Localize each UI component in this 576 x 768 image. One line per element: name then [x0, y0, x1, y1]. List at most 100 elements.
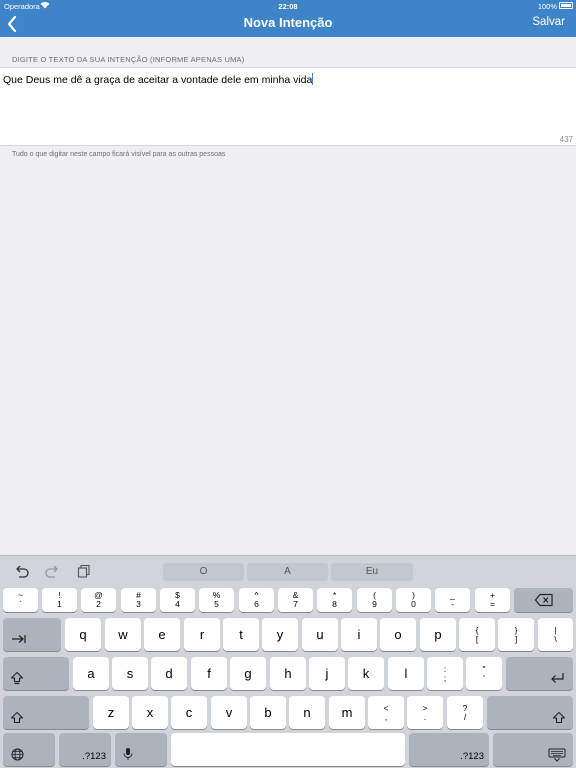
key-5[interactable]: % 5 [199, 588, 234, 612]
key-char: q [79, 627, 87, 642]
intention-field-label: DIGITE O TEXTO DA SUA INTENÇÃO (INFORME … [12, 55, 245, 64]
key-z[interactable]: z [93, 696, 129, 729]
page-title: Nova Intenção [243, 15, 333, 30]
save-button[interactable]: Salvar [532, 16, 565, 28]
key-f[interactable]: f [191, 657, 227, 690]
key-bottom-char: 6 [254, 599, 259, 609]
key-0[interactable]: ) 0 [396, 588, 431, 612]
key-s[interactable]: s [112, 657, 148, 690]
key-1[interactable]: ! 1 [42, 588, 77, 612]
key-char: n [303, 705, 311, 720]
key-u[interactable]: u [302, 618, 338, 651]
key-minus[interactable]: _ - [435, 588, 470, 612]
key-char: m [341, 705, 353, 720]
delete-icon [534, 593, 553, 607]
key-bottom-char: 2 [96, 599, 101, 609]
key-b[interactable]: b [250, 696, 286, 729]
microphone-icon [123, 748, 133, 760]
key-bottom-char: 0 [411, 599, 416, 609]
tab-icon [12, 635, 26, 643]
numbers-key-right[interactable]: .?123 [409, 733, 489, 766]
numbers-key-label: .?123 [460, 751, 484, 762]
hide-keyboard-key[interactable] [493, 733, 573, 766]
key-9[interactable]: (9 [357, 588, 392, 612]
key-8[interactable]: * 8 [317, 588, 352, 612]
key-char: j [325, 666, 329, 681]
key-char: z [107, 705, 115, 720]
key-l[interactable]: l [388, 657, 424, 690]
key-h[interactable]: h [270, 657, 306, 690]
key-backslash[interactable]: | \ [538, 618, 573, 651]
key-bottom-char: 1 [57, 599, 62, 609]
key-m[interactable]: m [329, 696, 365, 729]
key-n[interactable]: n [289, 696, 325, 729]
key-o[interactable]: o [380, 618, 416, 651]
key-t[interactable]: t [223, 618, 259, 651]
paste-icon[interactable] [76, 564, 92, 578]
shift-key-left[interactable] [3, 696, 89, 729]
key-bottom-char: 3 [136, 599, 141, 609]
key-tilde[interactable]: ~ ` [3, 588, 38, 612]
return-key[interactable] [506, 657, 573, 690]
key-6[interactable]: ^ 6 [239, 588, 274, 612]
key-char: o [394, 627, 402, 642]
delete-key[interactable] [514, 588, 573, 612]
shift-icon [10, 711, 24, 724]
numbers-key-left[interactable]: .?123 [59, 733, 111, 766]
key-period[interactable]: >. [407, 696, 443, 729]
key-left-brace[interactable]: {[ [459, 618, 495, 651]
key-char: b [264, 705, 272, 720]
caps-lock-key[interactable] [3, 657, 69, 690]
key-3[interactable]: #3 [121, 588, 156, 612]
key-2[interactable]: @2 [81, 588, 116, 612]
status-time: 22:08 [278, 2, 298, 11]
key-7[interactable]: & 7 [278, 588, 313, 612]
key-slash[interactable]: ? / [447, 696, 483, 729]
keyboard-shortcut-bar: O A Eu [0, 556, 576, 585]
globe-key[interactable] [3, 733, 55, 766]
redo-icon[interactable] [44, 564, 60, 578]
key-y[interactable]: y [262, 618, 298, 651]
dictation-key[interactable] [115, 733, 167, 766]
key-e[interactable]: e [144, 618, 180, 651]
return-icon [551, 673, 564, 683]
onscreen-keyboard: O A Eu ~ ` ! 1 @2 #3 $4 % 5 ^ 6 & 7 * 8 (9 ) 0 … [0, 555, 576, 768]
key-i[interactable]: i [341, 618, 377, 651]
key-char: y [276, 627, 284, 642]
tab-key[interactable] [3, 618, 61, 651]
key-bottom-char: 8 [332, 599, 337, 609]
shift-key-right[interactable] [487, 696, 573, 729]
key-bottom-char: . [423, 711, 427, 722]
key-p[interactable]: p [420, 618, 456, 651]
key-x[interactable]: x [132, 696, 168, 729]
suggestion-3[interactable]: Eu [331, 563, 413, 581]
suggestion-2[interactable]: A [247, 563, 328, 581]
key-g[interactable]: g [230, 657, 266, 690]
key-d[interactable]: d [151, 657, 187, 690]
key-k[interactable]: k [348, 657, 384, 690]
key-char: v [225, 705, 233, 720]
suggestion-1[interactable]: O [163, 563, 244, 581]
key-w[interactable]: w [105, 618, 141, 651]
key-comma[interactable]: <, [368, 696, 404, 729]
key-r[interactable]: r [184, 618, 220, 651]
key-right-brace[interactable]: }] [498, 618, 534, 651]
key-bottom-char: 9 [372, 599, 377, 609]
key-bottom-char: = [490, 599, 495, 609]
key-char: x [146, 705, 154, 720]
key-v[interactable]: v [211, 696, 247, 729]
key-j[interactable]: j [309, 657, 345, 690]
key-char: w [118, 627, 128, 642]
key-semicolon[interactable]: :; [427, 657, 463, 690]
key-quote[interactable]: " ' [466, 657, 502, 690]
intention-text-input[interactable]: Que Deus me dê a graça de aceitar a vont… [0, 67, 576, 146]
key-q[interactable]: q [65, 618, 101, 651]
key-equals[interactable]: + = [475, 588, 510, 612]
key-bottom-char: 5 [214, 599, 219, 609]
key-bottom-char: , [384, 711, 388, 722]
undo-icon[interactable] [14, 564, 30, 578]
key-4[interactable]: $4 [160, 588, 195, 612]
key-c[interactable]: c [171, 696, 207, 729]
key-a[interactable]: a [73, 657, 109, 690]
space-bar[interactable] [171, 733, 405, 766]
